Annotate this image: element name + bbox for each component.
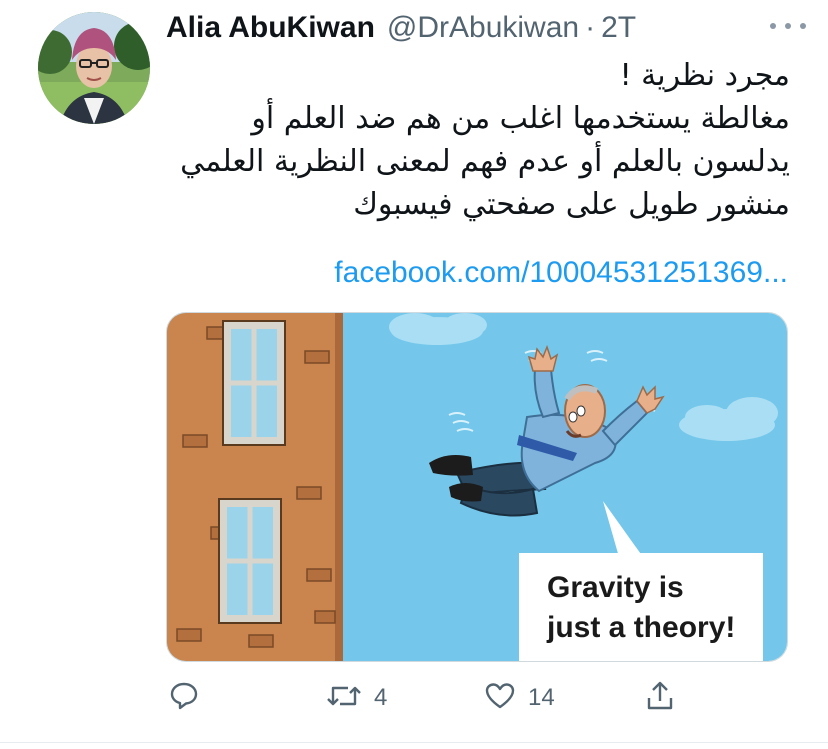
meta-separator: · [585,11,596,44]
speech-bubble-line-1: Gravity is [547,571,684,604]
heart-icon [484,680,516,717]
tweet-header: Alia AbuKiwan @DrAbukiwan · 2T [166,8,806,48]
facebook-link[interactable]: facebook.com/10004531251369... [166,256,788,290]
tweet-text-line: مغالطة يستخدمها اغلب من هم ضد العلم أو [251,101,790,136]
speech-bubble-line-2: just a theory! [546,611,735,644]
share-button[interactable] [644,676,676,720]
share-icon [644,680,676,717]
tweet-image[interactable]: Gravity is just a theory! [166,312,788,662]
retweet-count: 4 [374,684,388,711]
tweet-text-line: منشور طويل على صفحتي فيسبوك [353,187,790,222]
avatar[interactable] [38,12,150,124]
reply-button[interactable] [168,676,212,720]
tweet-text: مجرد نظرية ! مغالطة يستخدمها اغلب من هم … [166,54,790,226]
retweet-button[interactable]: 4 [326,676,387,720]
like-count: 14 [528,684,555,711]
author-name[interactable]: Alia AbuKiwan [166,11,375,45]
like-button[interactable]: 14 [484,676,555,720]
tweet-text-line: يدلسون بالعلم أو عدم فهم لمعنى النظرية ا… [180,144,790,179]
author-handle[interactable]: @DrAbukiwan [387,11,579,45]
tweet-actions: 4 14 [160,676,800,720]
building [167,313,343,661]
reply-icon [168,680,200,717]
divider [0,742,828,743]
tweet-time[interactable]: 2T [601,11,636,45]
retweet-icon [326,680,362,717]
tweet-text-line: مجرد نظرية ! [619,58,790,93]
more-icon[interactable] [770,16,806,36]
